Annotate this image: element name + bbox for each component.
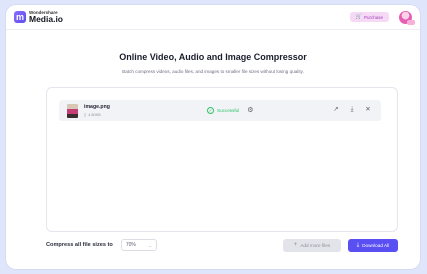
file-list-panel: image.png ▯ 4.80KB ✓ Successful ⚙ ↗ ⤓ ✕ bbox=[46, 87, 398, 232]
brand-name: Media.io bbox=[29, 14, 64, 24]
compress-size-value: 70% bbox=[125, 242, 136, 248]
avatar[interactable] bbox=[399, 10, 415, 25]
cart-icon: 🛒 bbox=[355, 14, 362, 20]
open-external-icon[interactable]: ↗ bbox=[332, 105, 340, 115]
compress-label: Compress all file sizes to bbox=[46, 242, 113, 248]
app-window: m Wondershare Media.io 🛒 Purchase Online… bbox=[6, 5, 420, 269]
download-all-label: Download All bbox=[362, 242, 390, 248]
compress-size-select[interactable]: 70% ⌄ bbox=[120, 239, 157, 251]
close-icon[interactable]: ✕ bbox=[364, 105, 372, 115]
purchase-label: Purchase bbox=[363, 14, 383, 20]
purchase-button[interactable]: 🛒 Purchase bbox=[349, 12, 389, 22]
file-size: ▯ 4.80KB bbox=[84, 112, 110, 117]
download-icon[interactable]: ⤓ bbox=[348, 105, 356, 115]
download-icon: ⤓ bbox=[356, 241, 360, 248]
download-all-button[interactable]: ⤓ Download All bbox=[348, 238, 398, 252]
gear-icon[interactable]: ⚙ bbox=[247, 106, 253, 114]
add-more-label: Add more files bbox=[300, 242, 331, 248]
chevron-down-icon: ⌄ bbox=[148, 242, 152, 248]
check-circle-icon: ✓ bbox=[207, 106, 214, 114]
file-size-value: 4.80KB bbox=[88, 112, 101, 117]
file-row: image.png ▯ 4.80KB ✓ Successful ⚙ ↗ ⤓ ✕ bbox=[59, 100, 381, 121]
bottom-bar: Compress all file sizes to 70% ⌄ + Add m… bbox=[46, 238, 398, 252]
plus-icon: + bbox=[293, 242, 298, 248]
page-subtitle: Batch compress videos, audio files, and … bbox=[122, 69, 304, 74]
logo-m-icon: m bbox=[14, 11, 26, 23]
add-more-files-button[interactable]: + Add more files bbox=[283, 238, 341, 252]
brand-logo[interactable]: m Wondershare Media.io bbox=[14, 10, 64, 24]
file-icon: ▯ bbox=[84, 112, 87, 117]
file-thumbnail bbox=[67, 103, 78, 118]
page-title: Online Video, Audio and Image Compressor bbox=[119, 52, 307, 62]
top-bar: m Wondershare Media.io 🛒 Purchase bbox=[6, 5, 420, 30]
brand-text: Wondershare Media.io bbox=[29, 10, 64, 24]
file-row-actions: ↗ ⤓ ✕ bbox=[332, 105, 372, 115]
status-text: Successful bbox=[217, 107, 240, 113]
file-status: ✓ Successful ⚙ bbox=[207, 106, 254, 114]
file-name: image.png bbox=[84, 104, 110, 110]
file-info: image.png ▯ 4.80KB bbox=[84, 104, 110, 117]
